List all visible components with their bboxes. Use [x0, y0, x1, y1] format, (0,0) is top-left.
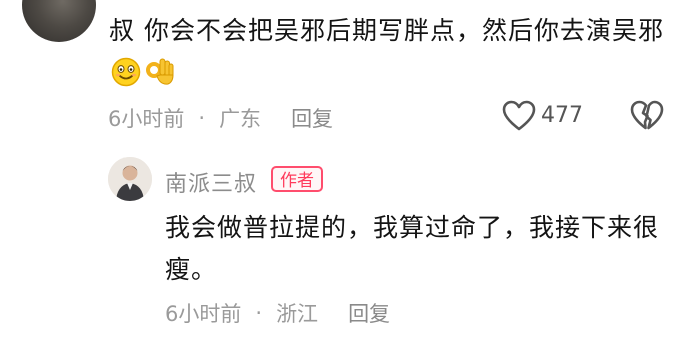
meta-separator: · [255, 301, 263, 325]
author-name[interactable]: 南派三叔 [165, 166, 257, 198]
like-count: 477 [541, 103, 583, 128]
broken-heart-icon[interactable] [630, 100, 664, 136]
meta-separator: · [198, 106, 206, 130]
author-badge: 作者 [271, 166, 323, 192]
reply-reply-button[interactable]: 回复 [348, 298, 390, 328]
reply-meta: 6小时前 · 浙江 回复 [165, 298, 390, 328]
commenter-avatar[interactable] [22, 0, 96, 42]
ok-hand-icon [143, 55, 175, 100]
reply-location: 浙江 [276, 302, 319, 326]
smiling-face-icon [111, 57, 141, 100]
comment-reply-button[interactable]: 回复 [291, 103, 333, 133]
comment-body: 叔 你会不会把吴邪后期写胖点，然后你去演吴邪 [109, 10, 669, 100]
comment-time: 6小时前 [108, 107, 185, 131]
author-avatar[interactable] [108, 157, 152, 201]
comment-meta: 6小时前 · 广东 回复 [108, 103, 333, 133]
reply-text: 我会做普拉提的，我算过命了，我接下来很瘦。 [165, 213, 660, 284]
heart-icon[interactable] [502, 100, 536, 136]
comment-location: 广东 [219, 107, 262, 131]
reply-time: 6小时前 [165, 302, 242, 326]
comment-text: 叔 你会不会把吴邪后期写胖点，然后你去演吴邪 [109, 16, 664, 45]
